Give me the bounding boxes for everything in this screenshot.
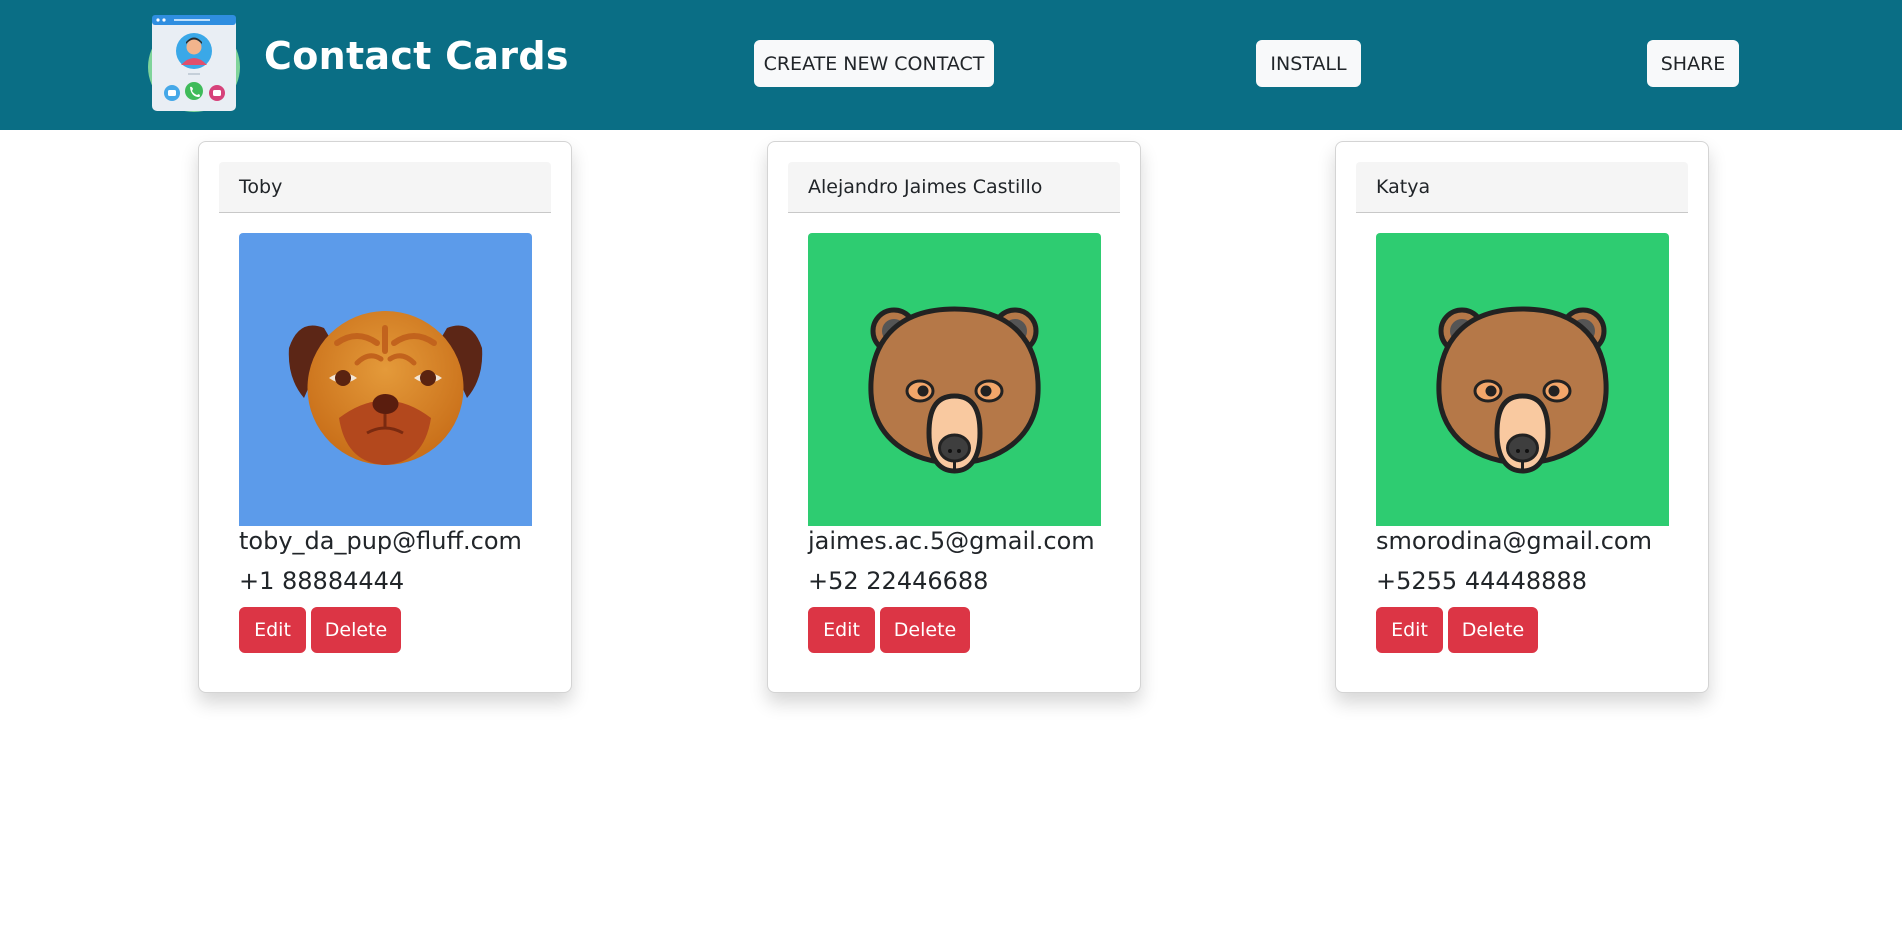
contact-phone: +5255 44448888 <box>1376 567 1587 595</box>
contact-avatar <box>1376 233 1669 526</box>
contact-email: smorodina@gmail.com <box>1376 527 1652 555</box>
edit-button[interactable]: Edit <box>808 607 875 653</box>
contact-app-logo[interactable] <box>146 13 242 113</box>
contact-card: Toby toby_da_pup@fluff.com +1 88884444 E… <box>198 141 572 693</box>
contact-card: Alejandro Jaimes Castillo jaimes.ac.5@gm… <box>767 141 1141 693</box>
contact-phone: +1 88884444 <box>239 567 405 595</box>
delete-button[interactable]: Delete <box>1448 607 1538 653</box>
contact-name: Toby <box>219 162 551 213</box>
contact-avatar <box>808 233 1101 526</box>
install-button[interactable]: INSTALL <box>1256 40 1361 87</box>
delete-button[interactable]: Delete <box>311 607 401 653</box>
pug-dog-icon <box>288 311 483 465</box>
share-button[interactable]: SHARE <box>1647 40 1739 87</box>
contact-card: Katya smorodina@gmail.com +5255 44448888… <box>1335 141 1709 693</box>
delete-button[interactable]: Delete <box>880 607 970 653</box>
contact-email: toby_da_pup@fluff.com <box>239 527 522 555</box>
contact-email: jaimes.ac.5@gmail.com <box>808 527 1095 555</box>
contact-phone: +52 22446688 <box>808 567 989 595</box>
edit-button[interactable]: Edit <box>239 607 306 653</box>
app-title: Contact Cards <box>264 34 569 78</box>
bear-icon <box>868 306 1041 474</box>
create-new-contact-button[interactable]: CREATE NEW CONTACT <box>754 40 994 87</box>
contact-avatar <box>239 233 532 526</box>
contact-name: Alejandro Jaimes Castillo <box>788 162 1120 213</box>
edit-button[interactable]: Edit <box>1376 607 1443 653</box>
contact-name: Katya <box>1356 162 1688 213</box>
navbar: Contact Cards CREATE NEW CONTACT INSTALL… <box>0 0 1902 130</box>
bear-icon <box>1436 306 1609 474</box>
